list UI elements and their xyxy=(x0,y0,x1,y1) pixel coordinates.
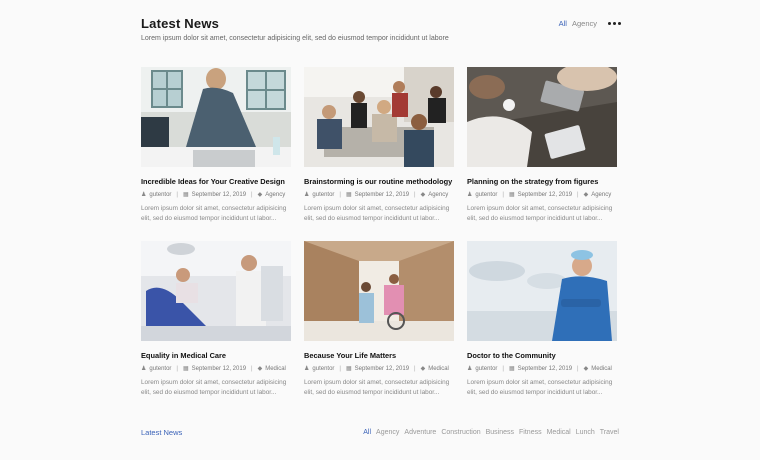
card-image[interactable] xyxy=(467,67,617,167)
card-title[interactable]: Because Your Life Matters xyxy=(304,351,454,360)
card-image[interactable] xyxy=(141,67,291,167)
section-footer: Latest News All Agency Adventure Constru… xyxy=(141,428,619,437)
card-image[interactable] xyxy=(467,241,617,341)
meta-divider: | xyxy=(577,365,579,372)
card-excerpt: Lorem ipsum dolor sit amet, consectetur … xyxy=(467,205,613,222)
tag-icon: ◆ xyxy=(257,192,263,198)
footer-filter-business[interactable]: Business xyxy=(486,429,514,436)
card-date[interactable]: September 12, 2019 xyxy=(355,192,409,198)
card-excerpt: Lorem ipsum dolor sit amet, consectetur … xyxy=(304,205,450,222)
card-meta: ♟ gutentor | ▦ September 12, 2019 | ◆ Me… xyxy=(467,365,617,373)
filter-all[interactable]: All xyxy=(559,19,567,28)
user-icon: ♟ xyxy=(467,192,473,198)
footer-filter-adventure[interactable]: Adventure xyxy=(404,429,436,436)
user-icon: ♟ xyxy=(141,192,147,198)
meta-divider: | xyxy=(414,365,416,372)
card-excerpt: Lorem ipsum dolor sit amet, consectetur … xyxy=(141,379,287,396)
calendar-icon: ▦ xyxy=(345,366,352,372)
meta-divider: | xyxy=(577,191,579,198)
meta-divider: | xyxy=(251,191,253,198)
meta-divider: | xyxy=(502,191,504,198)
card-title[interactable]: Brainstorming is our routine methodology xyxy=(304,177,454,186)
section-subtitle: Lorem ipsum dolor sit amet, consectetur … xyxy=(141,35,449,42)
card-meta: ♟ gutentor | ▦ September 12, 2019 | ◆ Me… xyxy=(304,365,454,373)
meta-divider: | xyxy=(502,365,504,372)
card-date[interactable]: September 12, 2019 xyxy=(518,366,572,372)
card-title[interactable]: Incredible Ideas for Your Creative Desig… xyxy=(141,177,291,186)
news-card: Equality in Medical Care ♟ gutentor | ▦ … xyxy=(141,241,291,415)
user-icon: ♟ xyxy=(141,366,147,372)
section-header: Latest News Lorem ipsum dolor sit amet, … xyxy=(141,16,621,42)
tag-icon: ◆ xyxy=(257,366,263,372)
footer-filter-lunch[interactable]: Lunch xyxy=(576,429,595,436)
card-title[interactable]: Planning on the strategy from figures xyxy=(467,177,617,186)
meta-divider: | xyxy=(339,191,341,198)
card-date[interactable]: September 12, 2019 xyxy=(355,366,409,372)
news-card: Planning on the strategy from figures ♟ … xyxy=(467,67,617,241)
card-author[interactable]: gutentor xyxy=(312,192,334,198)
footer-filters: All Agency Adventure Construction Busine… xyxy=(363,429,619,436)
card-date[interactable]: September 12, 2019 xyxy=(192,366,246,372)
card-meta: ♟ gutentor | ▦ September 12, 2019 | ◆ Ag… xyxy=(304,191,454,199)
card-category[interactable]: Medical xyxy=(591,366,612,372)
footer-filter-agency[interactable]: Agency xyxy=(376,429,399,436)
header-filters: All Agency xyxy=(559,19,621,28)
user-icon: ♟ xyxy=(304,366,310,372)
tag-icon: ◆ xyxy=(420,366,426,372)
news-card: Because Your Life Matters ♟ gutentor | ▦… xyxy=(304,241,454,415)
news-card: Incredible Ideas for Your Creative Desig… xyxy=(141,67,291,241)
meta-divider: | xyxy=(176,365,178,372)
card-author[interactable]: gutentor xyxy=(149,192,171,198)
card-author[interactable]: gutentor xyxy=(475,192,497,198)
card-meta: ♟ gutentor | ▦ September 12, 2019 | ◆ Me… xyxy=(141,365,291,373)
card-category[interactable]: Agency xyxy=(428,192,448,198)
card-excerpt: Lorem ipsum dolor sit amet, consectetur … xyxy=(304,379,450,396)
tag-icon: ◆ xyxy=(420,192,426,198)
calendar-icon: ▦ xyxy=(182,366,189,372)
filter-agency[interactable]: Agency xyxy=(572,19,597,28)
card-category[interactable]: Agency xyxy=(591,192,611,198)
card-category[interactable]: Medical xyxy=(428,366,449,372)
footer-filter-fitness[interactable]: Fitness xyxy=(519,429,542,436)
meta-divider: | xyxy=(414,191,416,198)
card-image[interactable] xyxy=(304,67,454,167)
footer-filter-all[interactable]: All xyxy=(363,429,371,436)
calendar-icon: ▦ xyxy=(345,192,352,198)
calendar-icon: ▦ xyxy=(182,192,189,198)
news-grid: Incredible Ideas for Your Creative Desig… xyxy=(141,67,619,415)
card-date[interactable]: September 12, 2019 xyxy=(192,192,246,198)
more-dots-icon[interactable] xyxy=(608,22,621,25)
user-icon: ♟ xyxy=(467,366,473,372)
footer-filter-medical[interactable]: Medical xyxy=(547,429,571,436)
meta-divider: | xyxy=(339,365,341,372)
card-author[interactable]: gutentor xyxy=(312,366,334,372)
card-excerpt: Lorem ipsum dolor sit amet, consectetur … xyxy=(467,379,613,396)
tag-icon: ◆ xyxy=(583,192,589,198)
user-icon: ♟ xyxy=(304,192,310,198)
tag-icon: ◆ xyxy=(583,366,589,372)
footer-filter-construction[interactable]: Construction xyxy=(441,429,480,436)
card-meta: ♟ gutentor | ▦ September 12, 2019 | ◆ Ag… xyxy=(141,191,291,199)
calendar-icon: ▦ xyxy=(508,192,515,198)
card-image[interactable] xyxy=(141,241,291,341)
calendar-icon: ▦ xyxy=(508,366,515,372)
card-excerpt: Lorem ipsum dolor sit amet, consectetur … xyxy=(141,205,287,222)
card-author[interactable]: gutentor xyxy=(475,366,497,372)
meta-divider: | xyxy=(176,191,178,198)
meta-divider: | xyxy=(251,365,253,372)
news-card: Doctor to the Community ♟ gutentor | ▦ S… xyxy=(467,241,617,415)
card-meta: ♟ gutentor | ▦ September 12, 2019 | ◆ Ag… xyxy=(467,191,617,199)
card-title[interactable]: Equality in Medical Care xyxy=(141,351,291,360)
footer-filter-travel[interactable]: Travel xyxy=(600,429,619,436)
card-image[interactable] xyxy=(304,241,454,341)
section-title: Latest News xyxy=(141,16,220,31)
footer-title[interactable]: Latest News xyxy=(141,428,182,437)
news-card: Brainstorming is our routine methodology… xyxy=(304,67,454,241)
card-date[interactable]: September 12, 2019 xyxy=(518,192,572,198)
card-category[interactable]: Agency xyxy=(265,192,285,198)
card-category[interactable]: Medical xyxy=(265,366,286,372)
card-author[interactable]: gutentor xyxy=(149,366,171,372)
card-title[interactable]: Doctor to the Community xyxy=(467,351,617,360)
